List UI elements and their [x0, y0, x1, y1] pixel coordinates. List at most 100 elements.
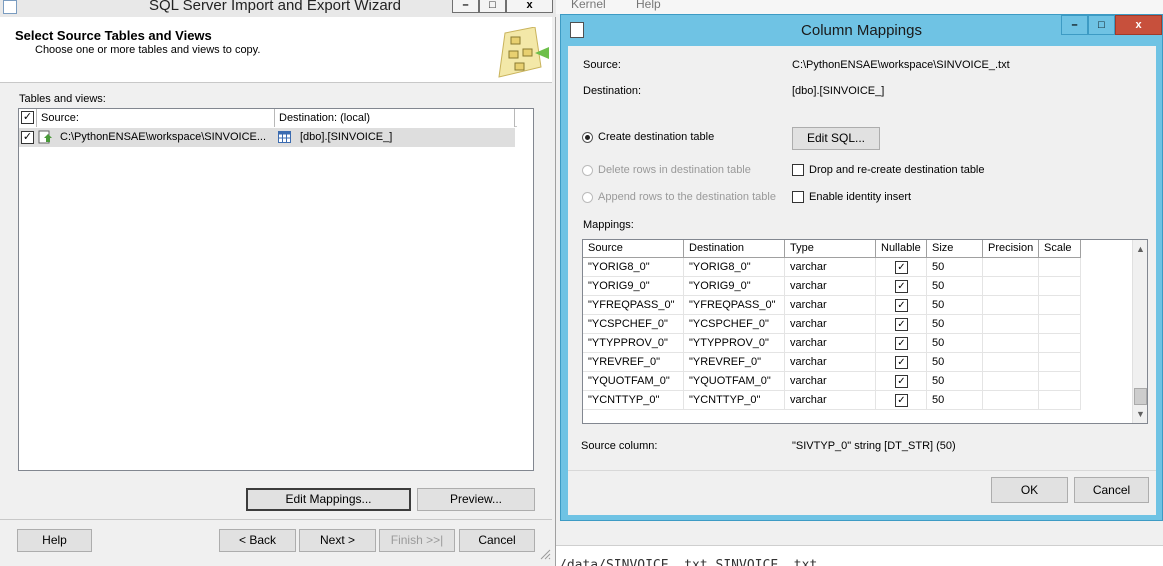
- dialog-maximize-button[interactable]: □: [1088, 15, 1115, 35]
- size-cell[interactable]: 50: [927, 277, 983, 296]
- source-cell[interactable]: "YQUOTFAM_0": [583, 372, 684, 391]
- menu-kernel[interactable]: Kernel: [571, 0, 606, 11]
- scale-cell[interactable]: [1039, 353, 1081, 372]
- type-cell[interactable]: varchar: [785, 334, 876, 353]
- mapping-row[interactable]: "YORIG9_0" "YORIG9_0" varchar 50 ✓: [583, 277, 1081, 296]
- nullable-checkbox[interactable]: ✓: [895, 261, 908, 274]
- col-header-type[interactable]: Type: [785, 240, 876, 258]
- scale-cell[interactable]: [1039, 258, 1081, 277]
- close-button[interactable]: x: [506, 0, 553, 13]
- delete-rows-label[interactable]: Delete rows in destination table: [598, 164, 751, 176]
- maximize-button[interactable]: □: [479, 0, 506, 13]
- destination-cell[interactable]: "YFREQPASS_0": [684, 296, 785, 315]
- mapping-row[interactable]: "YTYPPROV_0" "YTYPPROV_0" varchar 50 ✓: [583, 334, 1081, 353]
- nullable-checkbox[interactable]: ✓: [895, 337, 908, 350]
- scale-cell[interactable]: [1039, 391, 1081, 410]
- col-header-scale[interactable]: Scale: [1039, 240, 1081, 258]
- create-table-label[interactable]: Create destination table: [598, 131, 714, 143]
- identity-insert-label[interactable]: Enable identity insert: [809, 191, 911, 203]
- scale-cell[interactable]: [1039, 296, 1081, 315]
- nullable-checkbox[interactable]: ✓: [895, 318, 908, 331]
- tables-views-list[interactable]: ✓ Source: Destination: (local) ✓ C:\Pyth…: [18, 108, 534, 471]
- precision-cell[interactable]: [983, 372, 1039, 391]
- back-button[interactable]: < Back: [219, 529, 296, 552]
- cancel-button[interactable]: Cancel: [459, 529, 535, 552]
- ok-button[interactable]: OK: [991, 477, 1068, 503]
- type-cell[interactable]: varchar: [785, 277, 876, 296]
- destination-cell[interactable]: "YREVREF_0": [684, 353, 785, 372]
- source-cell[interactable]: "YORIG8_0": [583, 258, 684, 277]
- destination-cell[interactable]: "YORIG8_0": [684, 258, 785, 277]
- type-cell[interactable]: varchar: [785, 258, 876, 277]
- select-all-checkbox[interactable]: ✓: [21, 111, 34, 124]
- mapping-row[interactable]: "YCNTTYP_0" "YCNTTYP_0" varchar 50 ✓: [583, 391, 1081, 410]
- append-rows-radio[interactable]: [582, 192, 593, 203]
- mappings-scrollbar[interactable]: ▲ ▼: [1132, 240, 1147, 423]
- identity-insert-checkbox[interactable]: [792, 191, 804, 203]
- precision-cell[interactable]: [983, 258, 1039, 277]
- dialog-cancel-button[interactable]: Cancel: [1074, 477, 1149, 503]
- edit-mappings-button[interactable]: Edit Mappings...: [246, 488, 411, 511]
- next-button[interactable]: Next >: [299, 529, 376, 552]
- scale-cell[interactable]: [1039, 277, 1081, 296]
- table-row[interactable]: ✓ C:\PythonENSAE\workspace\SINVOICE... […: [19, 128, 515, 147]
- col-header-source[interactable]: Source: [583, 240, 684, 258]
- drop-recreate-checkbox[interactable]: [792, 164, 804, 176]
- type-cell[interactable]: varchar: [785, 353, 876, 372]
- scroll-down-icon[interactable]: ▼: [1133, 406, 1147, 422]
- nullable-checkbox[interactable]: ✓: [895, 299, 908, 312]
- source-cell[interactable]: "YCNTTYP_0": [583, 391, 684, 410]
- source-cell[interactable]: "YFREQPASS_0": [583, 296, 684, 315]
- row-checkbox[interactable]: ✓: [21, 131, 34, 144]
- size-cell[interactable]: 50: [927, 315, 983, 334]
- menu-help[interactable]: Help: [636, 0, 661, 11]
- source-column-header[interactable]: Source:: [37, 109, 275, 127]
- precision-cell[interactable]: [983, 296, 1039, 315]
- mapping-row[interactable]: "YCSPCHEF_0" "YCSPCHEF_0" varchar 50 ✓: [583, 315, 1081, 334]
- dialog-close-button[interactable]: x: [1115, 15, 1162, 35]
- minimize-button[interactable]: –: [452, 0, 479, 13]
- source-cell[interactable]: "YCSPCHEF_0": [583, 315, 684, 334]
- col-header-destination[interactable]: Destination: [684, 240, 785, 258]
- finish-button[interactable]: Finish >>|: [379, 529, 455, 552]
- select-all-column[interactable]: ✓: [19, 109, 37, 127]
- scale-cell[interactable]: [1039, 315, 1081, 334]
- size-cell[interactable]: 50: [927, 296, 983, 315]
- precision-cell[interactable]: [983, 334, 1039, 353]
- source-cell[interactable]: "YORIG9_0": [583, 277, 684, 296]
- destination-cell[interactable]: "YQUOTFAM_0": [684, 372, 785, 391]
- create-table-radio[interactable]: [582, 132, 593, 143]
- type-cell[interactable]: varchar: [785, 391, 876, 410]
- col-header-precision[interactable]: Precision: [983, 240, 1039, 258]
- delete-rows-radio[interactable]: [582, 165, 593, 176]
- nullable-checkbox[interactable]: ✓: [895, 375, 908, 388]
- append-rows-label[interactable]: Append rows to the destination table: [598, 191, 776, 203]
- size-cell[interactable]: 50: [927, 372, 983, 391]
- type-cell[interactable]: varchar: [785, 372, 876, 391]
- mapping-row[interactable]: "YQUOTFAM_0" "YQUOTFAM_0" varchar 50 ✓: [583, 372, 1081, 391]
- precision-cell[interactable]: [983, 353, 1039, 372]
- precision-cell[interactable]: [983, 277, 1039, 296]
- nullable-checkbox[interactable]: ✓: [895, 394, 908, 407]
- type-cell[interactable]: varchar: [785, 315, 876, 334]
- type-cell[interactable]: varchar: [785, 296, 876, 315]
- destination-cell[interactable]: "YCSPCHEF_0": [684, 315, 785, 334]
- edit-sql-button[interactable]: Edit SQL...: [792, 127, 880, 150]
- source-cell[interactable]: "YTYPPROV_0": [583, 334, 684, 353]
- precision-cell[interactable]: [983, 315, 1039, 334]
- preview-button[interactable]: Preview...: [417, 488, 535, 511]
- mapping-row[interactable]: "YFREQPASS_0" "YFREQPASS_0" varchar 50 ✓: [583, 296, 1081, 315]
- destination-cell[interactable]: "YTYPPROV_0": [684, 334, 785, 353]
- drop-recreate-label[interactable]: Drop and re-create destination table: [809, 164, 985, 176]
- destination-column-header[interactable]: Destination: (local): [275, 109, 515, 127]
- size-cell[interactable]: 50: [927, 258, 983, 277]
- size-cell[interactable]: 50: [927, 353, 983, 372]
- resize-grip-icon[interactable]: [539, 548, 551, 560]
- col-header-size[interactable]: Size: [927, 240, 983, 258]
- source-cell[interactable]: "YREVREF_0": [583, 353, 684, 372]
- dialog-minimize-button[interactable]: –: [1061, 15, 1088, 35]
- destination-cell[interactable]: "YCNTTYP_0": [684, 391, 785, 410]
- scale-cell[interactable]: [1039, 334, 1081, 353]
- size-cell[interactable]: 50: [927, 334, 983, 353]
- nullable-checkbox[interactable]: ✓: [895, 280, 908, 293]
